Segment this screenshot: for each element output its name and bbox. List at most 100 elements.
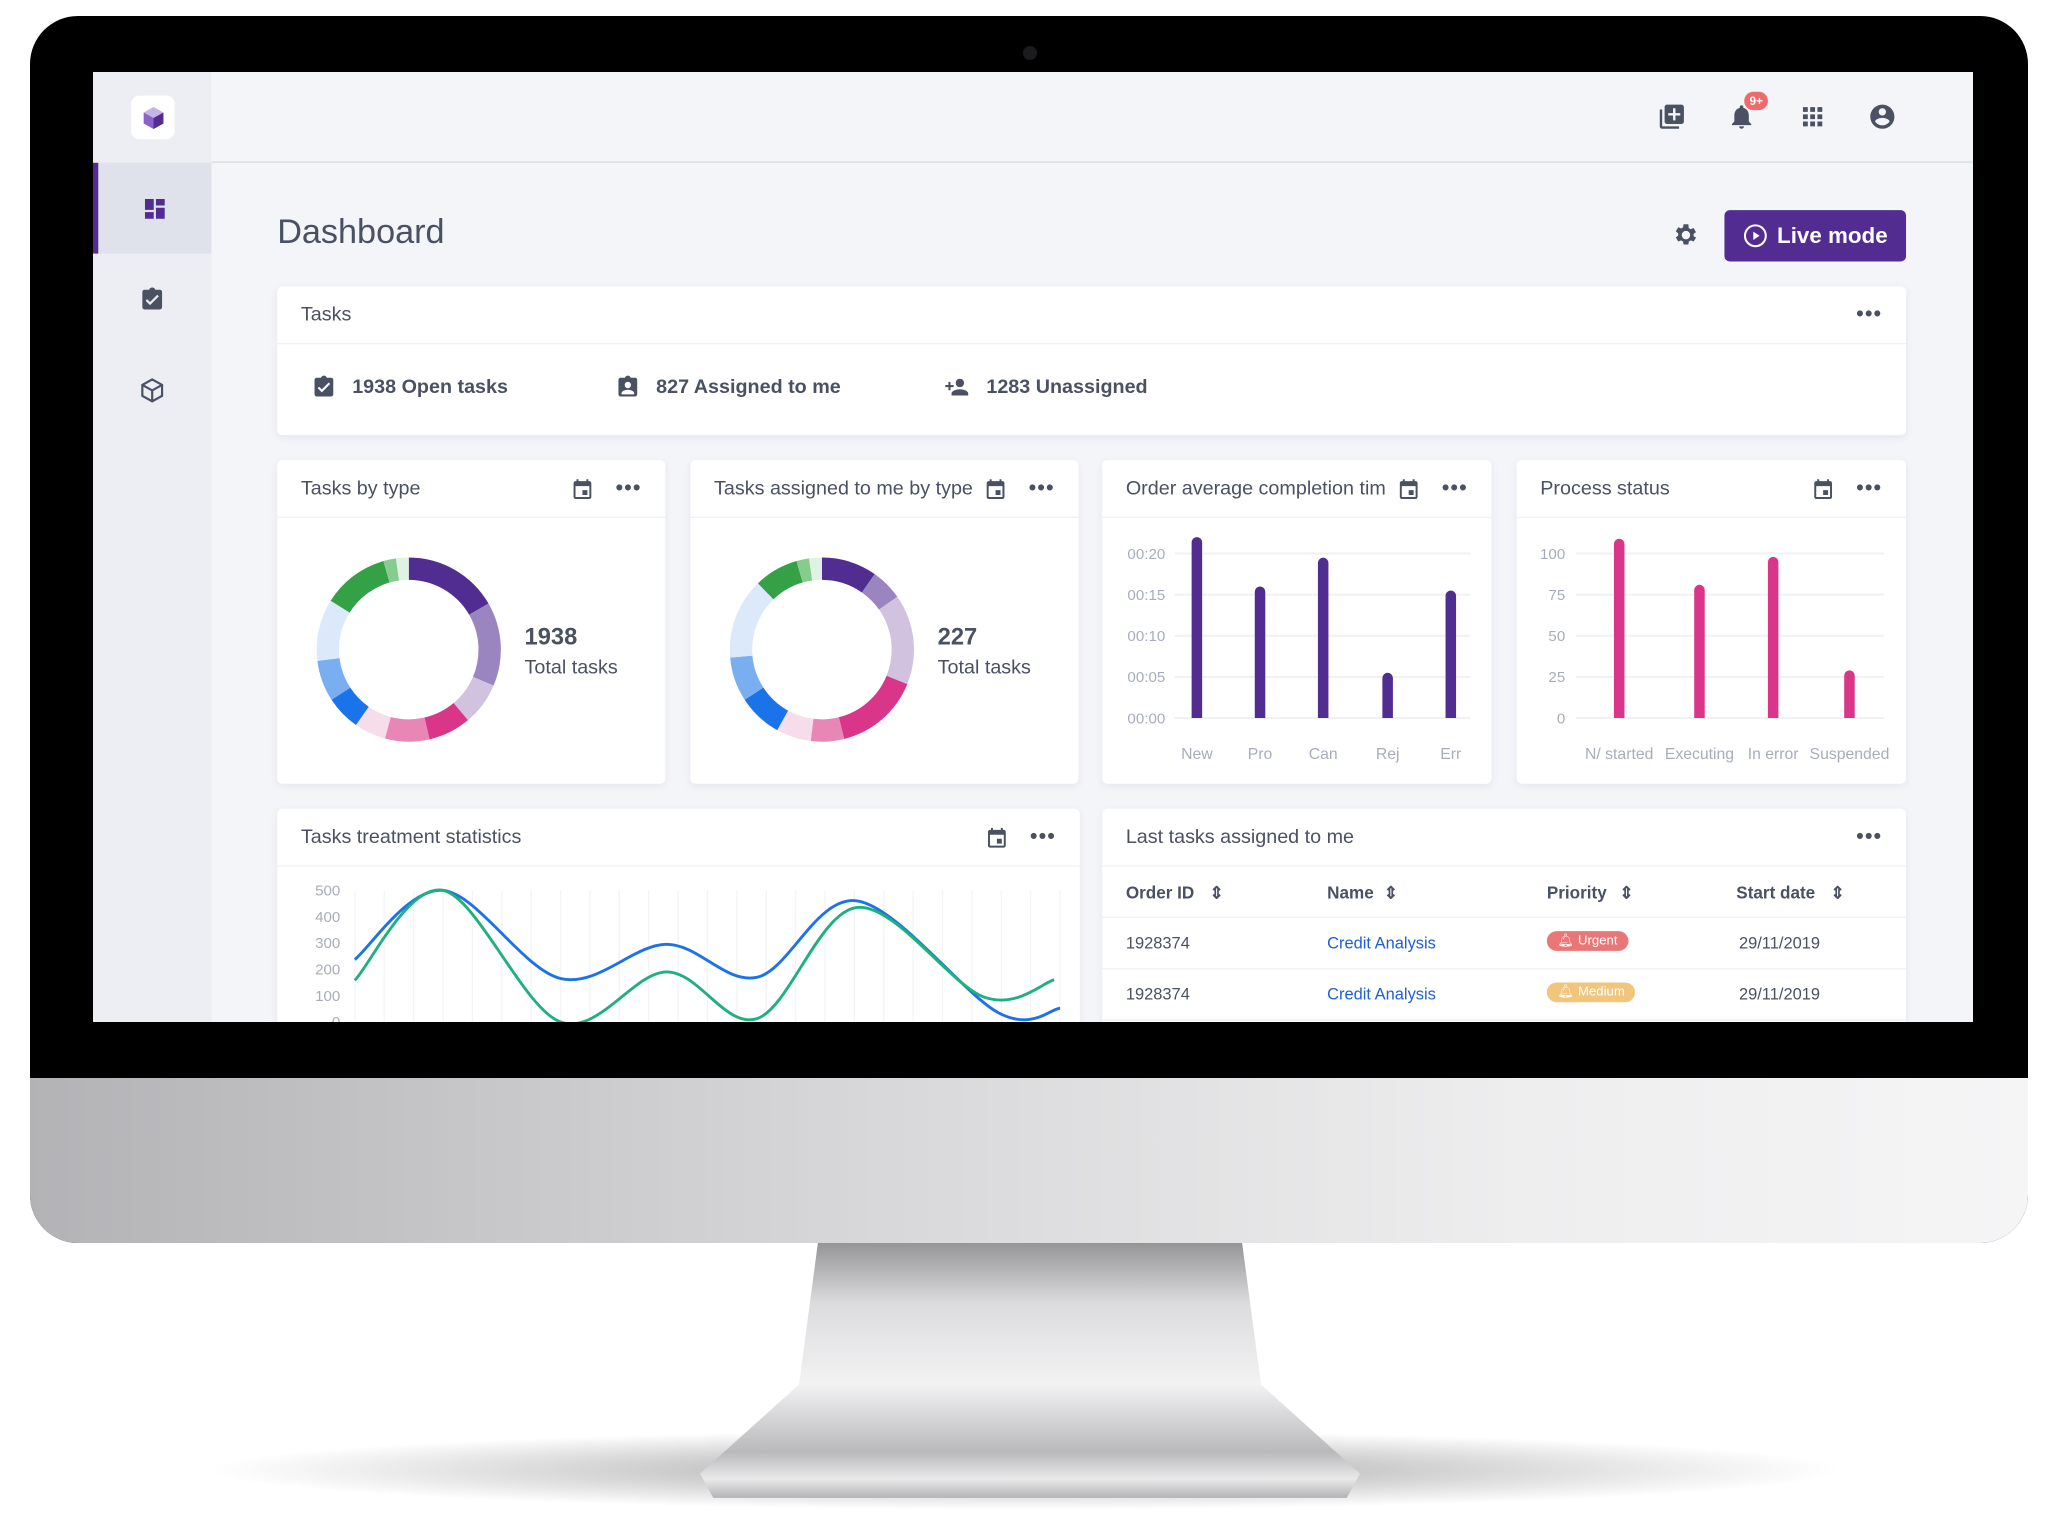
total-count: 1938 [524, 623, 578, 650]
bar-chart: 0 25 50 75 100 N/ started Executing In error Sus… [1540, 538, 1890, 763]
x-tick-label: Suspended [1810, 746, 1890, 763]
bar[interactable] [1445, 590, 1457, 719]
donut-segment[interactable] [810, 717, 845, 742]
sidebar-item-dashboard[interactable] [93, 162, 212, 254]
bar[interactable] [1317, 557, 1329, 719]
calendar-icon[interactable] [985, 825, 1009, 849]
notifications-button[interactable]: 9+ [1727, 91, 1769, 131]
table-row[interactable]: 1928374 Credit Analysis 🔔︎ Urgent 29/11/2… [1102, 918, 1907, 970]
y-tick-label: 400 [315, 909, 340, 926]
process-status-card: Process status ••• 0 25 50 75 100 N/ started E… [1516, 460, 1907, 784]
total-count: 227 [937, 623, 978, 650]
more-icon[interactable]: ••• [1442, 477, 1468, 501]
start-date: 29/11/2019 [1738, 933, 1821, 953]
priority-badge: 🔔︎ Medium [1546, 982, 1636, 1003]
donut-segment[interactable] [729, 583, 774, 658]
more-icon[interactable]: ••• [1856, 477, 1882, 501]
account-icon[interactable] [1868, 102, 1897, 131]
more-icon[interactable]: ••• [1029, 477, 1055, 501]
sidebar-item-processes[interactable] [93, 344, 211, 435]
cube-logo-icon [142, 106, 163, 129]
play-circle-icon [1743, 224, 1767, 248]
bar[interactable] [1844, 670, 1855, 719]
card-title: Last tasks assigned to me [1125, 825, 1355, 849]
y-tick-label: 200 [315, 962, 340, 979]
clipboard-check-icon [314, 375, 334, 397]
card-title: Process status [1540, 477, 1670, 500]
column-priority[interactable]: Priority ⇕ [1547, 882, 1634, 903]
unassigned-stat[interactable]: 1283 Unassigned [943, 375, 1148, 400]
line-chart: 0 100 200 300 400 500 [315, 883, 1061, 1022]
bar[interactable] [1191, 537, 1203, 719]
dashboard-icon [144, 198, 165, 219]
bar[interactable] [1767, 556, 1779, 719]
gear-icon[interactable] [1671, 221, 1700, 250]
column-order-id[interactable]: Order ID ⇕ [1126, 882, 1224, 903]
y-tick-label: 0 [332, 1014, 340, 1022]
topbar: 9+ [211, 72, 1973, 163]
donut-segment[interactable] [330, 561, 390, 613]
y-tick-label: 500 [315, 883, 340, 900]
y-tick-label: 00:10 [1127, 628, 1165, 645]
assigned-stat[interactable]: 827 Assigned to me [615, 375, 841, 400]
donut-segment[interactable] [879, 596, 914, 685]
open-tasks-stat[interactable]: 1938 Open tasks [311, 375, 508, 400]
apps-grid-icon[interactable] [1798, 102, 1827, 131]
tasks-card: Tasks ••• 1938 Open tasks 827 Assigned to… [277, 286, 1907, 436]
card-title: Tasks treatment statistics [300, 825, 522, 849]
more-icon[interactable]: ••• [1856, 825, 1882, 849]
column-start-date[interactable]: Start date ⇕ [1736, 882, 1845, 903]
card-title: Tasks assigned to me by type [714, 477, 973, 500]
assigned-label: 827 Assigned to me [656, 375, 841, 399]
order-id: 1928374 [1125, 985, 1190, 1004]
tasks-by-type-card: Tasks by type ••• 1938 Total tasks [277, 460, 666, 784]
donut-segment[interactable] [316, 600, 350, 661]
total-label: Total tasks [937, 656, 1031, 679]
cube-icon [141, 377, 164, 402]
card-title: Tasks by type [300, 477, 421, 500]
add-box-icon[interactable] [1657, 102, 1686, 131]
person-add-icon [945, 378, 969, 396]
calendar-icon[interactable] [1397, 477, 1421, 501]
task-name-link[interactable]: Credit Analysis [1327, 934, 1436, 952]
more-icon[interactable]: ••• [616, 477, 642, 501]
donut-segment[interactable] [384, 716, 430, 742]
more-icon[interactable]: ••• [1030, 825, 1056, 849]
table-header: Order ID ⇕ Name ⇕ Priority ⇕ Start date … [1102, 867, 1907, 918]
y-tick-label: 75 [1548, 587, 1565, 604]
calendar-icon[interactable] [984, 477, 1008, 501]
logo[interactable] [131, 95, 175, 140]
donut-segment[interactable] [469, 603, 501, 686]
order-id: 1928374 [1125, 933, 1190, 953]
column-name[interactable]: Name ⇕ [1327, 882, 1398, 903]
bar[interactable] [1613, 538, 1625, 719]
table-row[interactable]: 1928374 Credit Analysis 🔔︎ Medium 29/11/2… [1102, 969, 1907, 1021]
series-line[interactable] [353, 888, 1055, 1022]
y-tick-label: 0 [1557, 710, 1565, 727]
total-label: Total tasks [524, 656, 618, 679]
x-tick-label: Rej [1376, 746, 1400, 763]
y-tick-label: 00:00 [1127, 710, 1165, 727]
bar[interactable] [1254, 586, 1266, 719]
last-tasks-table: Order ID ⇕ Name ⇕ Priority ⇕ Start date … [1102, 867, 1907, 1021]
task-name-link[interactable]: Credit Analysis [1327, 985, 1436, 1003]
calendar-icon[interactable] [1812, 477, 1836, 501]
sidebar-item-tasks[interactable] [93, 254, 211, 345]
x-tick-label: Err [1440, 746, 1461, 763]
sidebar [93, 72, 212, 1022]
bar[interactable] [1694, 584, 1705, 719]
bell-icon: 🔔︎ [1557, 985, 1575, 1000]
live-mode-button[interactable]: Live mode [1724, 210, 1907, 262]
more-icon[interactable]: ••• [1856, 303, 1882, 327]
live-mode-label: Live mode [1777, 222, 1888, 248]
donut-segment[interactable] [408, 557, 489, 615]
y-tick-label: 300 [315, 935, 340, 952]
treatment-statistics-card: Tasks treatment statistics ••• 0 100 200 30… [277, 808, 1080, 1022]
bar[interactable] [1382, 672, 1393, 719]
x-tick-label: Executing [1665, 746, 1734, 763]
page-title: Dashboard [277, 211, 445, 251]
priority-badge: 🔔︎ Urgent [1546, 931, 1629, 951]
donut-segment[interactable] [838, 675, 908, 739]
y-tick-label: 00:15 [1127, 587, 1165, 604]
calendar-icon[interactable] [571, 477, 595, 501]
